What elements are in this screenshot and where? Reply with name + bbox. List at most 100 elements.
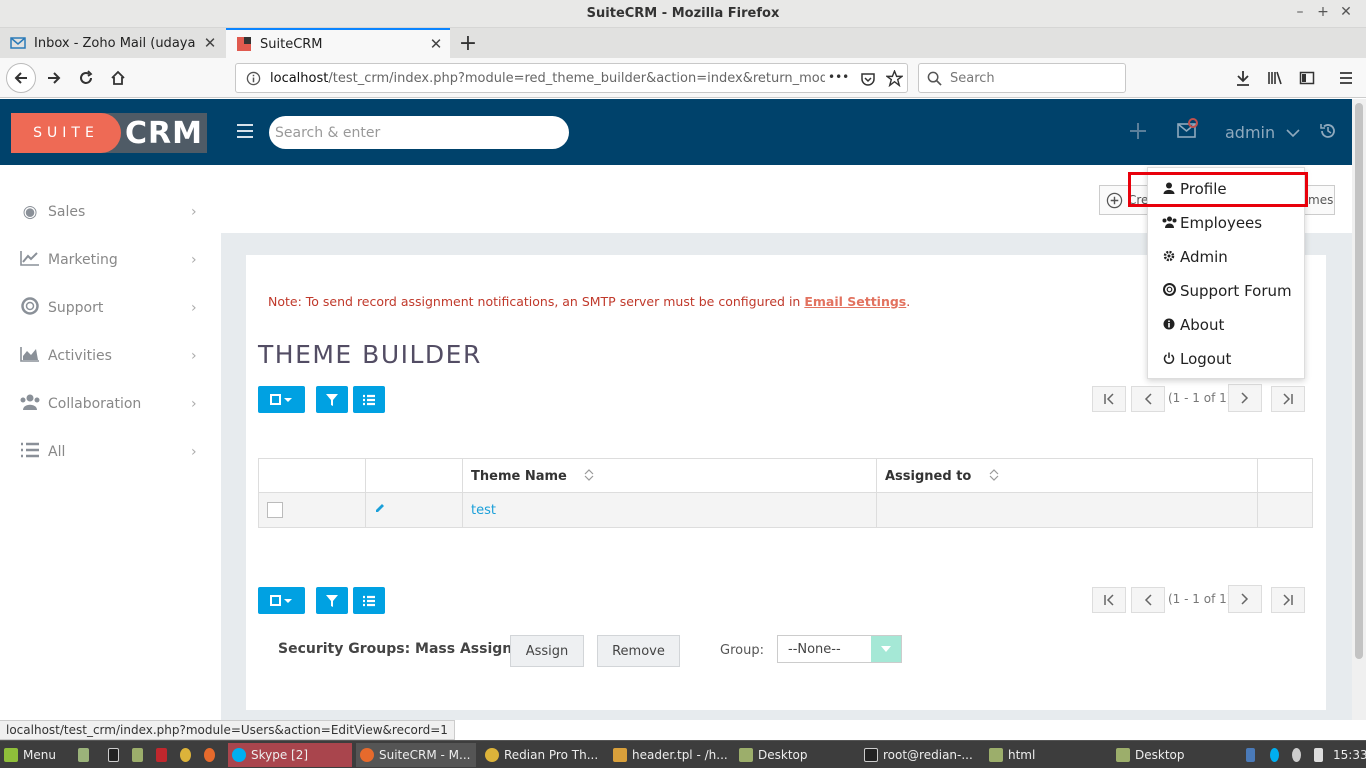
- row-checkbox[interactable]: [267, 502, 283, 518]
- filter-button-bottom[interactable]: [316, 587, 348, 614]
- theme-list-table: Theme Name Assigned to test: [258, 458, 1313, 528]
- filezilla-icon[interactable]: [152, 743, 172, 767]
- suitecrm-logo[interactable]: SUITE CRM: [11, 113, 207, 153]
- plus-icon[interactable]: [1128, 121, 1148, 141]
- close-tab-icon[interactable]: ✕: [422, 35, 450, 53]
- bookmark-star-icon[interactable]: [886, 70, 903, 87]
- envelope-icon[interactable]: [1176, 118, 1198, 140]
- users-icon: [19, 394, 41, 415]
- task-header-tpl[interactable]: header.tpl - /h...: [609, 743, 729, 767]
- theme-name-link[interactable]: test: [471, 503, 496, 518]
- show-desktop-icon[interactable]: [74, 743, 94, 767]
- network-icon[interactable]: [1310, 743, 1328, 767]
- remove-button[interactable]: Remove: [597, 635, 680, 667]
- task-html[interactable]: html: [985, 743, 1105, 767]
- task-label: Redian Pro Th...: [504, 748, 599, 762]
- page-scrollbar[interactable]: [1352, 99, 1366, 720]
- checkbox-dropdown-icon: [269, 393, 292, 405]
- user-menu-toggle[interactable]: admin: [1225, 123, 1300, 142]
- menu-item-logout[interactable]: Logout: [1162, 350, 1231, 368]
- column-chooser-button[interactable]: [353, 386, 385, 413]
- task-redian[interactable]: Redian Pro Th...: [481, 743, 605, 767]
- sidebar-item-collaboration[interactable]: Collaboration ›: [0, 384, 221, 424]
- filter-button[interactable]: [316, 386, 348, 413]
- next-page-button[interactable]: [1228, 384, 1262, 412]
- table-header-theme-name[interactable]: Theme Name: [462, 458, 877, 493]
- user-tray-icon[interactable]: [1288, 743, 1306, 767]
- sort-icon[interactable]: [988, 468, 1000, 482]
- sidebar-item-label: Marketing: [48, 252, 118, 268]
- close-tab-icon[interactable]: ✕: [196, 34, 224, 52]
- app-menu-button[interactable]: [1332, 64, 1360, 92]
- sidebar-item-marketing[interactable]: Marketing ›: [0, 240, 221, 280]
- email-settings-link[interactable]: Email Settings: [804, 294, 906, 309]
- library-button[interactable]: [1261, 64, 1289, 92]
- page-actions-icon[interactable]: •••: [828, 70, 849, 84]
- browser-search-input[interactable]: Search: [918, 63, 1126, 93]
- close-window-button[interactable]: ✕: [1336, 4, 1356, 20]
- chevron-right-icon: ›: [191, 204, 197, 220]
- minimize-button[interactable]: –: [1290, 4, 1310, 20]
- table-header-assigned-to[interactable]: Assigned to: [876, 458, 1258, 493]
- task-desktop[interactable]: Desktop: [735, 743, 855, 767]
- task-label: Desktop: [1135, 748, 1185, 762]
- url-bar[interactable]: localhost/test_crm/index.php?module=red_…: [235, 63, 908, 93]
- home-button[interactable]: [104, 64, 132, 92]
- last-page-button-bottom[interactable]: [1271, 587, 1305, 613]
- next-page-button-bottom[interactable]: [1228, 585, 1262, 613]
- forward-button[interactable]: [40, 64, 68, 92]
- menu-toggle-icon[interactable]: [236, 123, 254, 139]
- crm-search-input[interactable]: Search & enter: [269, 116, 569, 149]
- row-edit-cell: [365, 492, 463, 528]
- chevron-right-icon: ›: [191, 396, 197, 412]
- folder-icon: [1116, 748, 1130, 762]
- column-chooser-button-bottom[interactable]: [353, 587, 385, 614]
- files-icon[interactable]: [128, 743, 148, 767]
- lifebuoy-icon: [19, 296, 41, 320]
- new-tab-button[interactable]: +: [456, 31, 480, 56]
- first-page-button-bottom[interactable]: [1092, 587, 1126, 613]
- back-button[interactable]: [6, 63, 36, 93]
- sidebar-item-label: All: [48, 444, 66, 460]
- task-desktop-2[interactable]: Desktop: [1112, 743, 1232, 767]
- crm-header: SUITE CRM Search & enter admin: [0, 99, 1352, 165]
- bulk-action-button-bottom[interactable]: [258, 587, 305, 614]
- task-terminal[interactable]: root@redian-...: [860, 743, 980, 767]
- menu-item-admin[interactable]: Admin: [1162, 248, 1228, 266]
- sidebar-toggle-button[interactable]: [1293, 64, 1321, 92]
- terminal-icon[interactable]: [104, 743, 124, 767]
- folder-icon: [739, 748, 753, 762]
- sidebar-item-activities[interactable]: Activities ›: [0, 336, 221, 376]
- recent-history-icon[interactable]: [1319, 122, 1337, 140]
- assign-button[interactable]: Assign: [510, 635, 584, 667]
- pencil-icon[interactable]: [374, 502, 386, 514]
- group-select[interactable]: --None--: [777, 635, 902, 663]
- menu-item-employees[interactable]: Employees: [1162, 214, 1262, 232]
- start-menu-button[interactable]: Menu: [0, 743, 68, 767]
- firefox-icon[interactable]: [200, 743, 220, 767]
- bulk-action-button[interactable]: [258, 386, 305, 413]
- pocket-icon[interactable]: [860, 71, 876, 87]
- menu-item-support-forum[interactable]: Support Forum: [1162, 282, 1292, 300]
- chrome-icon[interactable]: [176, 743, 196, 767]
- tab-zoho-mail[interactable]: Inbox - Zoho Mail (udayagiri.r ✕: [0, 28, 224, 58]
- prev-page-button[interactable]: [1131, 386, 1165, 412]
- shield-icon[interactable]: [1242, 743, 1260, 767]
- maximize-button[interactable]: +: [1313, 4, 1333, 20]
- sidebar-item-support[interactable]: Support ›: [0, 288, 221, 328]
- menu-item-about[interactable]: About: [1162, 316, 1224, 334]
- downloads-button[interactable]: [1229, 64, 1257, 92]
- task-skype[interactable]: Skype [2]: [228, 743, 352, 767]
- first-page-button[interactable]: [1092, 386, 1126, 412]
- scrollbar-thumb[interactable]: [1355, 103, 1363, 659]
- sidebar-item-sales[interactable]: ◉ Sales ›: [0, 192, 221, 232]
- task-suitecrm[interactable]: SuiteCRM - M...: [356, 743, 476, 767]
- prev-page-button-bottom[interactable]: [1131, 587, 1165, 613]
- mass-assign-label: Security Groups: Mass Assign: [278, 641, 513, 657]
- tab-suitecrm[interactable]: SuiteCRM ✕: [226, 28, 450, 58]
- reload-button[interactable]: [72, 64, 100, 92]
- skype-tray-icon[interactable]: [1266, 743, 1284, 767]
- sort-icon[interactable]: [583, 468, 595, 482]
- last-page-button[interactable]: [1271, 386, 1305, 412]
- sidebar-item-all[interactable]: All ›: [0, 432, 221, 472]
